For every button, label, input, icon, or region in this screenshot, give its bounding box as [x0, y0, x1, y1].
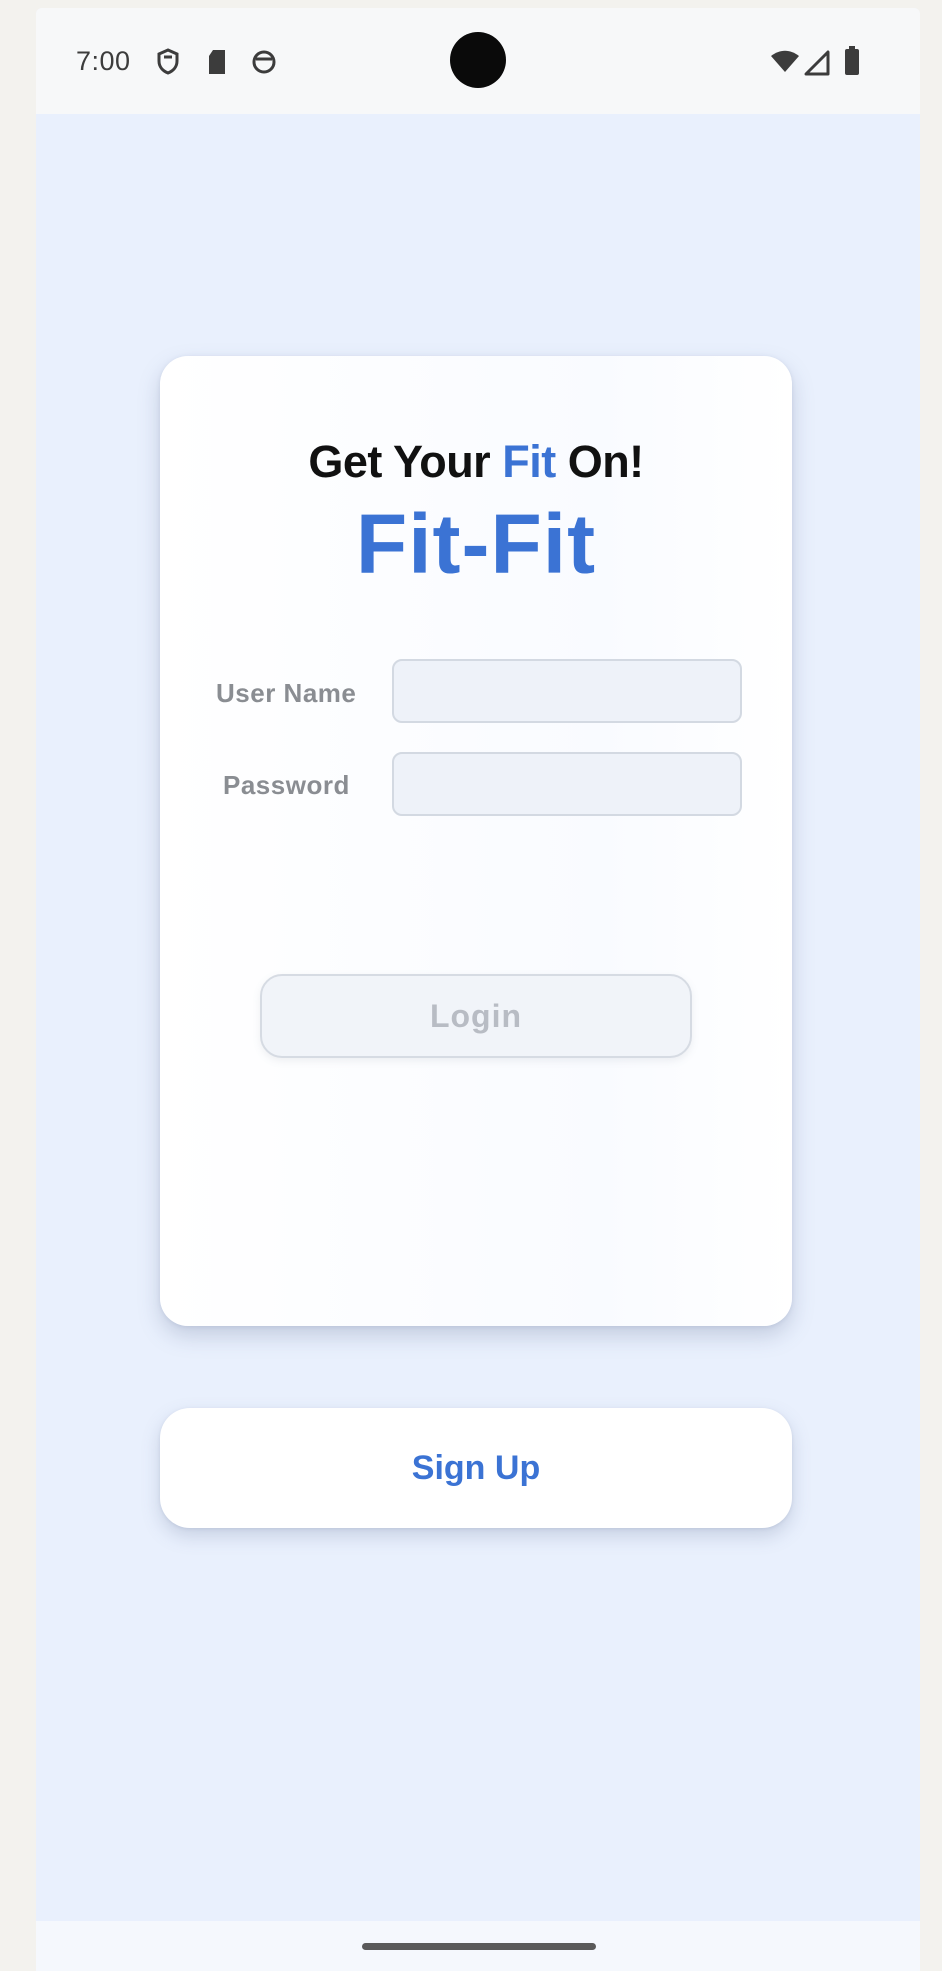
sd-card-icon [206, 48, 228, 81]
tagline: Get Your Fit On! [160, 436, 792, 488]
status-time: 7:00 [76, 46, 131, 76]
tagline-highlight: Fit [502, 436, 556, 487]
password-input[interactable] [392, 752, 742, 816]
status-bar: 7:00 [36, 8, 920, 114]
front-camera [450, 32, 506, 88]
navigation-bar [36, 1921, 920, 1971]
home-indicator[interactable] [362, 1943, 596, 1950]
cell-signal-icon [804, 50, 830, 81]
tagline-suffix: On! [555, 436, 644, 487]
username-label: User Name [216, 678, 357, 708]
battery-icon [844, 46, 860, 81]
login-button[interactable]: Login [260, 974, 692, 1058]
app-logo-title: Fit-Fit [355, 497, 597, 591]
wifi-icon [770, 50, 800, 79]
notification-icon [250, 48, 278, 81]
login-card: Get Your Fit On! Fit-Fit User Name Passw… [160, 356, 792, 1326]
username-input[interactable] [392, 659, 742, 723]
tagline-prefix: Get Your [308, 436, 503, 487]
phone-screen: 7:00 Get Your Fit On! Fit-Fit User Name … [36, 8, 920, 1971]
signup-button[interactable]: Sign Up [160, 1408, 792, 1528]
password-label: Password [223, 770, 350, 800]
shield-icon [156, 48, 180, 81]
